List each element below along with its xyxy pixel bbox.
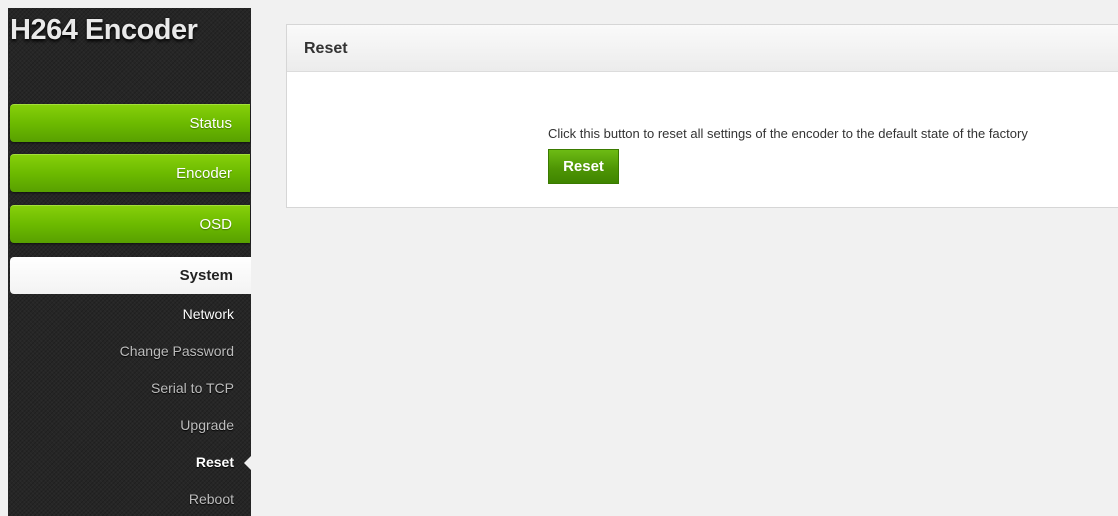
sidebar-item-network[interactable]: Network: [8, 306, 234, 322]
reset-button[interactable]: Reset: [548, 149, 619, 184]
nav-status-button[interactable]: Status: [10, 104, 250, 142]
sidebar: H264 Encoder Status Encoder OSD System N…: [8, 8, 251, 516]
nav-osd-button[interactable]: OSD: [10, 205, 250, 243]
nav-system-section[interactable]: System: [10, 257, 251, 294]
sidebar-item-upgrade[interactable]: Upgrade: [8, 417, 234, 433]
sidebar-item-reboot[interactable]: Reboot: [8, 491, 234, 507]
app-logo: H264 Encoder: [10, 14, 198, 46]
page: H264 Encoder Status Encoder OSD System N…: [0, 0, 1118, 516]
sidebar-item-change-password[interactable]: Change Password: [8, 343, 234, 359]
reset-description: Click this button to reset all settings …: [548, 126, 1028, 141]
sidebar-item-serial-to-tcp[interactable]: Serial to TCP: [8, 380, 234, 396]
active-indicator-caret-icon: [244, 456, 251, 470]
panel-title: Reset: [287, 25, 1118, 72]
nav-encoder-button[interactable]: Encoder: [10, 154, 250, 192]
sidebar-item-reset[interactable]: Reset: [8, 454, 234, 470]
reset-panel: Reset Click this button to reset all set…: [286, 24, 1118, 208]
